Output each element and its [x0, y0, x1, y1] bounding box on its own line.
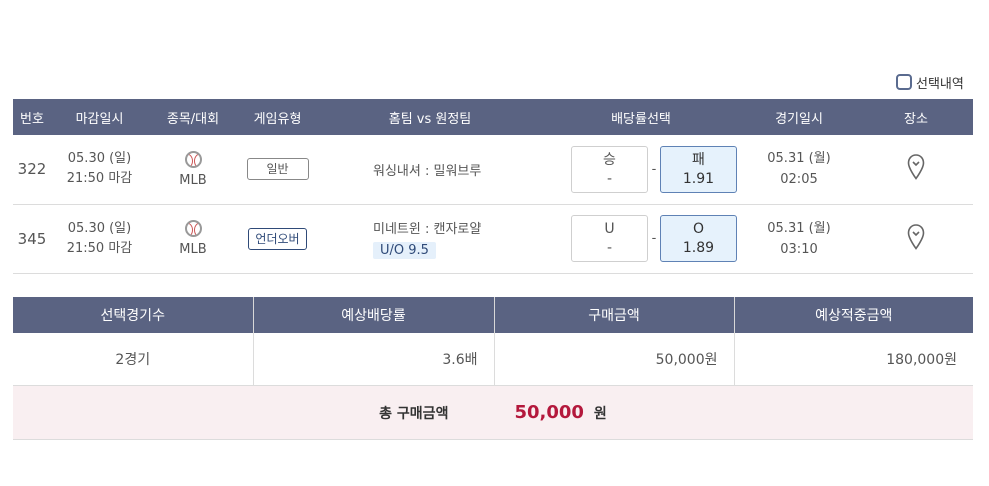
game-type-cell: 언더오버 — [238, 204, 317, 274]
sport: MLB — [148, 135, 238, 205]
home-option-label: U — [604, 221, 615, 237]
deadline: 05.30 (일) 21:50 마감 — [51, 204, 148, 274]
total-purchase-unit: 원 — [593, 405, 607, 422]
draw-value: - — [651, 161, 657, 177]
baseball-icon — [184, 150, 202, 168]
purchase-amount: 50,000원 — [494, 333, 735, 386]
summary-header-expected-odds: 예상배당률 — [253, 297, 495, 333]
match-date: 05.31 (월) — [767, 151, 831, 167]
match-time: 05.31 (월) 03:10 — [739, 204, 859, 274]
teams-label: 미네트윈 : 캔자로얄 — [373, 222, 482, 237]
deadline-date: 05.30 (일) — [67, 151, 132, 167]
selected-game-count: 2경기 — [13, 333, 254, 386]
venue-cell — [859, 204, 973, 274]
home-option-odds: - — [606, 170, 613, 187]
away-odds-option[interactable]: 패 1.91 — [659, 145, 737, 193]
home-odds-option[interactable]: 승 - — [571, 145, 648, 193]
deadline-time: 21:50 마감 — [66, 240, 133, 256]
game-number: 322 — [13, 135, 51, 205]
baseball-icon — [184, 220, 202, 237]
header-sport: 종목/대회 — [148, 99, 238, 135]
total-purchase-label: 총 구매금액 — [379, 405, 449, 422]
deadline-date: 05.30 (일) — [67, 220, 132, 236]
venue-cell — [859, 135, 973, 205]
location-pin-icon[interactable] — [907, 154, 925, 181]
away-option-odds: 1.91 — [682, 170, 715, 187]
selection-history-label: 선택내역 — [916, 76, 964, 92]
header-deadline: 마감일시 — [51, 99, 148, 135]
location-pin-icon[interactable] — [907, 223, 925, 250]
match-hour: 03:10 — [780, 241, 818, 257]
game-type-cell: 일반 — [238, 135, 317, 205]
away-option-label: 패 — [692, 151, 705, 168]
teams: 미네트윈 : 캔자로얄 U/O 9.5 — [317, 204, 543, 274]
under-odds-option[interactable]: U - — [571, 215, 648, 262]
game-type-badge: 일반 — [246, 158, 309, 181]
odds-select: 승 - - 패 1.91 — [543, 135, 739, 205]
home-option-odds: - — [606, 240, 613, 256]
summary-header-purchase-amount: 구매금액 — [494, 297, 735, 333]
expected-payout: 180,000원 — [734, 333, 973, 386]
total-purchase-amount: 50,000 — [514, 402, 584, 423]
match-time: 05.31 (월) 02:05 — [739, 135, 859, 205]
summary-header-row: 선택경기수 예상배당률 구매금액 예상적중금액 — [13, 297, 973, 333]
summary-row: 2경기 3.6배 50,000원 180,000원 — [13, 333, 973, 386]
league-label: MLB — [179, 172, 207, 188]
table-row: 322 05.30 (일) 21:50 마감 MLB 일반 워싱내셔 : 밀워브… — [13, 135, 973, 205]
ou-line-badge: U/O 9.5 — [373, 242, 436, 259]
game-type-badge: 언더오버 — [248, 227, 307, 250]
game-number: 345 — [13, 204, 51, 274]
header-match-time: 경기일시 — [739, 99, 859, 135]
purchase-summary-table: 선택경기수 예상배당률 구매금액 예상적중금액 2경기 3.6배 50,000원… — [13, 297, 973, 386]
header-number: 번호 — [13, 99, 51, 135]
summary-header-expected-payout: 예상적중금액 — [734, 297, 973, 333]
table-header-row: 번호 마감일시 종목/대회 게임유형 홈팀 vs 원정팀 배당률선택 경기일시 … — [13, 99, 973, 135]
header-odds-select: 배당률선택 — [543, 99, 739, 135]
league-label: MLB — [179, 242, 207, 257]
away-option-odds: 1.89 — [682, 240, 715, 256]
selected-games-table: 번호 마감일시 종목/대회 게임유형 홈팀 vs 원정팀 배당률선택 경기일시 … — [13, 99, 973, 274]
odds-select: U - - O 1.89 — [543, 204, 739, 274]
teams-label: 워싱내셔 : 밀워브루 — [373, 163, 482, 179]
selection-history-toggle[interactable]: 선택내역 — [896, 73, 964, 92]
header-teams: 홈팀 vs 원정팀 — [317, 99, 543, 135]
match-date: 05.31 (월) — [767, 220, 831, 236]
away-option-label: O — [692, 221, 704, 237]
total-purchase-bar: 총 구매금액 50,000 원 — [13, 386, 973, 440]
deadline-time: 21:50 마감 — [66, 171, 133, 187]
sport: MLB — [148, 204, 238, 274]
draw-value: - — [651, 231, 657, 246]
selection-history-checkbox[interactable] — [896, 74, 912, 90]
home-option-label: 승 — [603, 151, 616, 168]
summary-header-game-count: 선택경기수 — [13, 297, 254, 333]
table-row: 345 05.30 (일) 21:50 마감 MLB 언더오버 미네트윈 : 캔… — [13, 204, 973, 274]
header-game-type: 게임유형 — [238, 99, 317, 135]
match-hour: 02:05 — [780, 172, 818, 188]
deadline: 05.30 (일) 21:50 마감 — [51, 135, 148, 205]
teams: 워싱내셔 : 밀워브루 — [317, 135, 543, 205]
expected-odds: 3.6배 — [253, 333, 495, 386]
over-odds-option[interactable]: O 1.89 — [659, 215, 737, 262]
header-venue: 장소 — [859, 99, 973, 135]
